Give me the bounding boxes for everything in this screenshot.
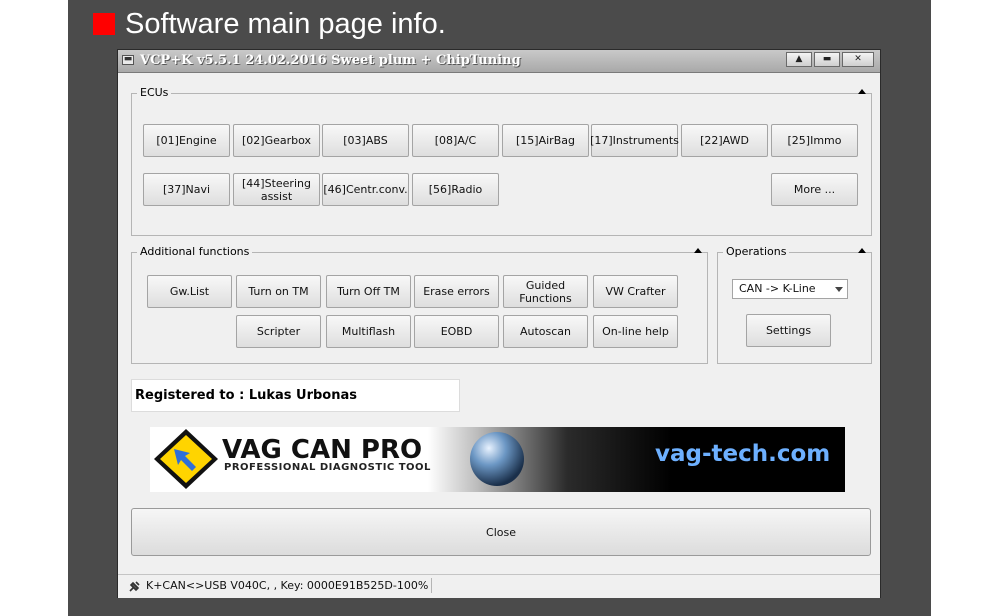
ecu-button-awd[interactable]: [22]AWD: [681, 124, 768, 157]
ecu-button-navi[interactable]: [37]Navi: [143, 173, 230, 206]
banner-product-name: VAG CAN PRO: [222, 435, 423, 465]
collapse-arrow-icon[interactable]: [858, 89, 866, 94]
ecus-group: ECUs [01]Engine [02]Gearbox [03]ABS [08]…: [131, 86, 872, 236]
app-window: ▬ VCP+K v5.5.1 24.02.2016 Sweet plum + C…: [117, 49, 881, 598]
system-menu-icon[interactable]: ▬: [122, 55, 134, 65]
additional-functions-label: Additional functions: [137, 245, 253, 258]
bullet-square-icon: [93, 13, 115, 35]
erase-errors-button[interactable]: Erase errors: [414, 275, 499, 308]
vw-crafter-button[interactable]: VW Crafter: [593, 275, 678, 308]
registration-info: Registered to : Lukas Urbonas: [131, 379, 460, 412]
ecu-button-gearbox[interactable]: [02]Gearbox: [233, 124, 320, 157]
banner-website: vag-tech.com: [655, 441, 831, 467]
window-title: VCP+K v5.5.1 24.02.2016 Sweet plum + Chi…: [140, 53, 521, 68]
more-ecus-button[interactable]: More ...: [771, 173, 858, 206]
minimize-button[interactable]: ▬: [814, 52, 840, 67]
autoscan-button[interactable]: Autoscan: [503, 315, 588, 348]
slide-title-text: Software main page info.: [125, 7, 446, 40]
collapse-arrow-icon[interactable]: [694, 248, 702, 253]
operations-group: Operations CAN -> K-Line Settings: [717, 245, 872, 364]
collapse-arrow-icon[interactable]: [858, 248, 866, 253]
interface-select[interactable]: CAN -> K-Line: [732, 279, 848, 299]
turn-on-tm-button[interactable]: Turn on TM: [236, 275, 321, 308]
connection-status: K+CAN<>USB V040C, , Key: 0000E91B525D-10…: [146, 579, 429, 592]
ecu-button-steering-assist[interactable]: [44]Steering assist: [233, 173, 320, 206]
ecu-button-ac[interactable]: [08]A/C: [412, 124, 499, 157]
status-divider: [431, 578, 432, 593]
turn-off-tm-button[interactable]: Turn Off TM: [326, 275, 411, 308]
slide-title: Software main page info.: [93, 6, 446, 42]
scripter-button[interactable]: Scripter: [236, 315, 321, 348]
banner-tagline: PROFESSIONAL DIAGNOSTIC TOOL: [224, 462, 431, 473]
ecu-button-abs[interactable]: [03]ABS: [322, 124, 409, 157]
eobd-button[interactable]: EOBD: [414, 315, 499, 348]
ecu-button-central-convenience[interactable]: [46]Centr.conv.: [322, 173, 409, 206]
chevron-down-icon: [835, 287, 843, 292]
globe-icon: [470, 432, 524, 486]
window-controls: ▲ ▬ ✕: [786, 52, 874, 67]
ecu-button-radio[interactable]: [56]Radio: [412, 173, 499, 206]
close-button[interactable]: Close: [131, 508, 871, 556]
status-bar: K+CAN<>USB V040C, , Key: 0000E91B525D-10…: [118, 574, 880, 598]
plug-icon: [129, 581, 140, 592]
ecu-button-immo[interactable]: [25]Immo: [771, 124, 858, 157]
ecu-button-engine[interactable]: [01]Engine: [143, 124, 230, 157]
ecu-button-instruments[interactable]: [17]Instruments: [590, 124, 679, 157]
ecu-button-airbag[interactable]: [15]AirBag: [502, 124, 589, 157]
title-bar[interactable]: ▬ VCP+K v5.5.1 24.02.2016 Sweet plum + C…: [118, 50, 880, 73]
operations-label: Operations: [723, 245, 790, 258]
vag-logo-icon: [154, 429, 218, 489]
restore-button[interactable]: ▲: [786, 52, 812, 67]
ecus-group-label: ECUs: [137, 86, 172, 99]
guided-functions-button[interactable]: Guided Functions: [503, 275, 588, 308]
additional-functions-group: Additional functions Gw.List Turn on TM …: [131, 245, 708, 364]
close-window-button[interactable]: ✕: [842, 52, 874, 67]
vag-can-pro-banner: VAG CAN PRO PROFESSIONAL DIAGNOSTIC TOOL…: [150, 427, 845, 492]
gw-list-button[interactable]: Gw.List: [147, 275, 232, 308]
multiflash-button[interactable]: Multiflash: [326, 315, 411, 348]
interface-select-value: CAN -> K-Line: [739, 282, 816, 295]
online-help-button[interactable]: On-line help: [593, 315, 678, 348]
settings-button[interactable]: Settings: [746, 314, 831, 347]
